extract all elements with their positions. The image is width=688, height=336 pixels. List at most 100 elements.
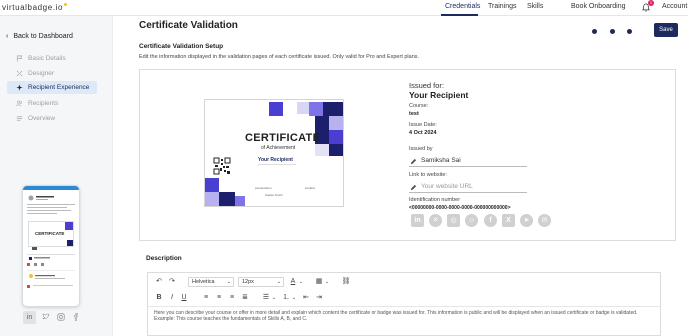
certificate-subtitle: of Achievement xyxy=(261,145,296,151)
undo-icon[interactable]: ↶ xyxy=(154,277,164,287)
align-center-icon[interactable]: ≡ xyxy=(214,293,224,303)
indent-icon[interactable]: ⇥ xyxy=(314,293,324,303)
share-icon[interactable]: ✉ xyxy=(538,214,551,227)
id-label: Identification number xyxy=(409,197,461,203)
issue-date-label: Issue Date: xyxy=(409,122,437,128)
book-onboarding-link[interactable]: Book Onboarding xyxy=(571,3,625,10)
chevron-down-icon[interactable]: ⌄ xyxy=(322,277,332,287)
pencil-icon xyxy=(410,184,417,191)
telegram-icon[interactable]: ➤ xyxy=(520,214,533,227)
issued-by-label: Issued by xyxy=(409,146,433,152)
chevron-left-icon: ‹ xyxy=(6,33,9,40)
recipient-name: Your Recipient xyxy=(409,90,469,100)
notification-badge: 1 xyxy=(648,0,654,6)
xing-icon[interactable]: ✕ xyxy=(429,214,442,227)
facebook-icon xyxy=(73,313,78,321)
sidebar-item-label: Recipient Experience xyxy=(28,84,90,91)
font-family-select[interactable]: Helvetica ⌄ xyxy=(188,277,234,287)
snapchat-icon[interactable]: ☺ xyxy=(465,214,478,227)
instagram-preview-button[interactable] xyxy=(54,311,67,324)
tab-credentials[interactable]: Credentials xyxy=(445,3,480,10)
step-indicator-dot[interactable] xyxy=(627,29,632,34)
bold-icon[interactable]: B xyxy=(154,293,164,303)
linkedin-preview-button[interactable]: in xyxy=(23,311,36,324)
italic-icon[interactable]: I xyxy=(167,293,177,303)
certificate-pattern xyxy=(205,102,343,206)
save-button[interactable]: Save xyxy=(654,23,678,37)
issue-date-value: 4 Oct 2024 xyxy=(409,130,437,136)
step-indicator-dot[interactable] xyxy=(610,29,615,34)
sidebar-item-recipients[interactable]: Recipients xyxy=(7,97,97,110)
website-placeholder: Your website URL xyxy=(421,183,473,190)
sidebar-item-label: Basic Details xyxy=(28,55,66,62)
step-indicator-dot[interactable] xyxy=(592,29,597,34)
tab-trainings[interactable]: Trainings xyxy=(488,3,517,10)
link-icon[interactable]: ⛓ xyxy=(341,277,351,287)
certificate-footer-left: presentation xyxy=(255,186,272,190)
sidebar-item-label: Overview xyxy=(28,115,56,122)
sparkle-icon xyxy=(16,84,23,91)
users-icon xyxy=(16,100,23,107)
course-value: test xyxy=(409,111,419,117)
qr-code-icon xyxy=(213,157,231,175)
x-icon[interactable]: X xyxy=(502,214,515,227)
font-size-value: 12px xyxy=(242,279,254,285)
font-family-value: Helvetica xyxy=(192,279,215,285)
logo-text: virtualbadge.io xyxy=(2,3,64,12)
facebook-preview-button[interactable] xyxy=(69,311,82,324)
logo-dot xyxy=(64,3,68,6)
certificate-preview: CERTIFICATE of Achievement Your Recipien… xyxy=(204,99,344,207)
editor-toolbar-row-2: B I U ≡ ≡ ≡ ≣ ☰ ⌄ ⒈ ⌄ ⇤ ⇥ xyxy=(148,291,660,305)
phone-certificate-thumbnail: CERTIFICATE xyxy=(28,221,74,247)
sidebar-item-recipient-experience[interactable]: Recipient Experience xyxy=(7,81,97,94)
account-menu[interactable]: Account xyxy=(662,3,687,10)
twitter-icon xyxy=(41,313,50,320)
editor-divider xyxy=(148,306,660,307)
redo-icon[interactable]: ↷ xyxy=(167,277,177,287)
chevron-down-icon[interactable]: ⌄ xyxy=(269,293,279,303)
chevron-down-icon[interactable]: ⌄ xyxy=(296,277,306,287)
chevron-down-icon[interactable]: ⌄ xyxy=(289,293,299,303)
font-size-select[interactable]: 12px ⌄ xyxy=(238,277,284,287)
list-icon xyxy=(16,116,23,121)
website-field[interactable]: Your website URL xyxy=(409,182,527,193)
description-editor[interactable]: ↶ ↷ Helvetica ⌄ 12px ⌄ A ⌄ ▦ ⌄ ⛓ B I U ≡ ≡… xyxy=(147,272,661,336)
chevron-down-icon: ⌄ xyxy=(226,279,231,285)
align-left-icon[interactable]: ≡ xyxy=(201,293,211,303)
certificate-divider xyxy=(258,164,296,165)
facebook-icon[interactable]: f xyxy=(484,214,497,227)
description-text[interactable]: Here you can describe your course or off… xyxy=(154,310,654,322)
outdent-icon[interactable]: ⇤ xyxy=(301,293,311,303)
instagram-icon xyxy=(57,313,64,321)
tab-skills[interactable]: Skills xyxy=(527,3,543,10)
editor-toolbar-row-1: ↶ ↷ Helvetica ⌄ 12px ⌄ A ⌄ ▦ ⌄ ⛓ xyxy=(148,275,660,289)
sidebar-item-label: Designer xyxy=(28,70,55,77)
issued-by-field[interactable]: Samiksha Sai xyxy=(409,156,527,167)
sidebar-item-designer[interactable]: Designer xyxy=(7,67,97,80)
flag-icon xyxy=(16,55,23,62)
chevron-down-icon: ⌄ xyxy=(276,279,281,285)
page-title: Certificate Validation xyxy=(139,20,238,31)
back-to-dashboard-link[interactable]: ‹ Back to Dashboard xyxy=(6,33,73,40)
phone-cert-block xyxy=(67,240,73,246)
align-right-icon[interactable]: ≡ xyxy=(227,293,237,303)
website-label: Link to website: xyxy=(409,172,447,178)
certificate-title: CERTIFICATE xyxy=(245,132,321,144)
certificate-recipient: Your Recipient xyxy=(258,157,293,163)
twitter-preview-button[interactable] xyxy=(39,311,52,324)
align-justify-icon[interactable]: ≣ xyxy=(240,293,250,303)
sidebar-item-basic-details[interactable]: Basic Details xyxy=(7,52,97,65)
logo[interactable]: virtualbadge.io xyxy=(2,3,68,12)
mobile-preview: CERTIFICATE xyxy=(22,185,80,307)
sidebar-item-overview[interactable]: Overview xyxy=(7,112,97,125)
pencil-icon xyxy=(410,158,417,165)
underline-icon[interactable]: U xyxy=(179,293,189,303)
instagram-icon[interactable]: ◎ xyxy=(447,214,460,227)
certificate-footer-right: position xyxy=(305,186,316,190)
linkedin-icon[interactable]: in xyxy=(411,214,424,227)
phone-cert-block xyxy=(65,222,73,230)
section-title: Certificate Validation Setup xyxy=(139,43,224,50)
top-navbar: virtualbadge.io Credentials Trainings Sk… xyxy=(0,0,688,16)
back-label: Back to Dashboard xyxy=(13,33,73,40)
sidebar-item-label: Recipients xyxy=(28,100,59,107)
